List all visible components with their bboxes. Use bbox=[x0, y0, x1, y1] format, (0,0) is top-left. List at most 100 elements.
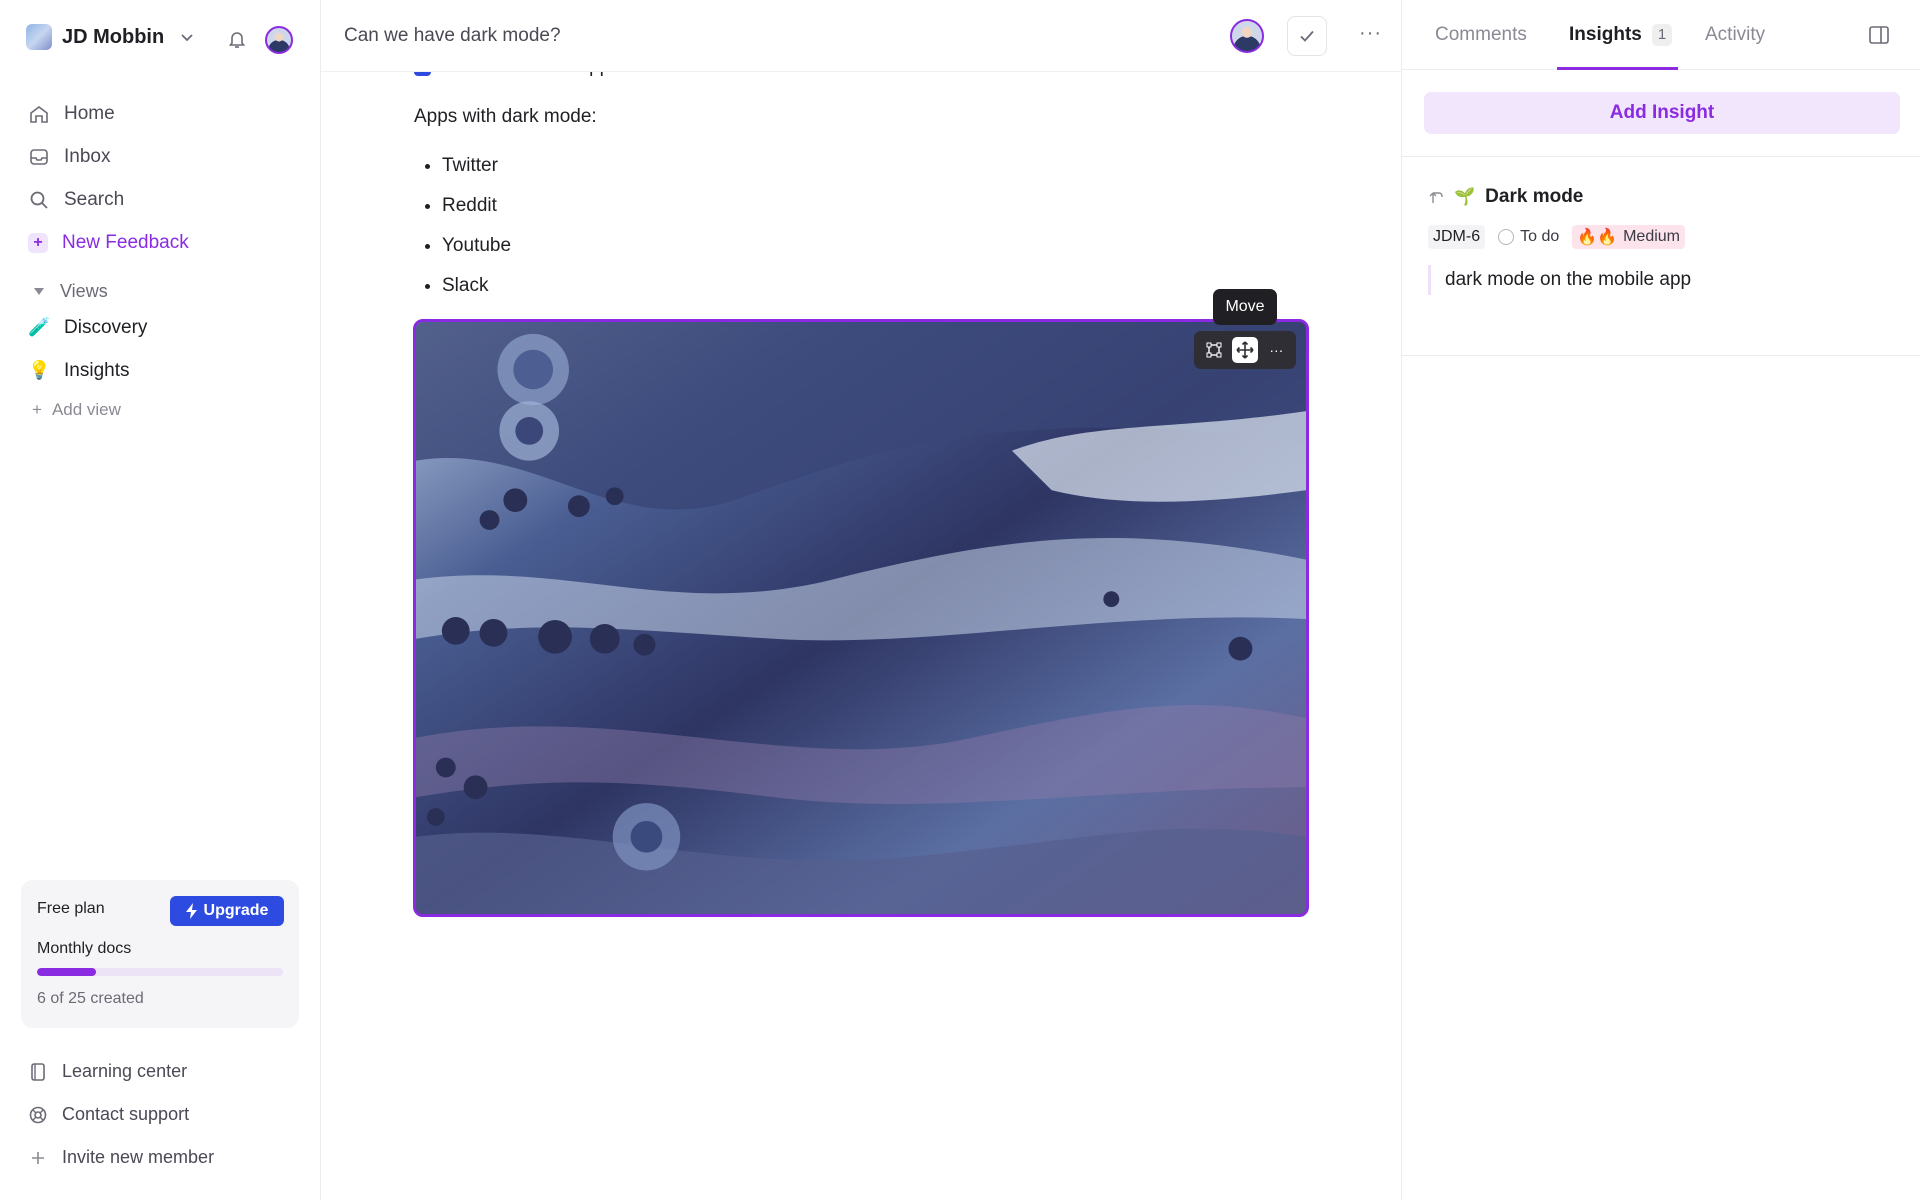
plan-count: 6 of 25 created bbox=[37, 990, 144, 1007]
home-icon bbox=[30, 105, 48, 123]
insight-card[interactable]: 🌱 Dark mode JDM-6 To do 🔥🔥 Medium dark mo… bbox=[1428, 184, 1898, 295]
apps-list: Twitter Reddit Youtube Slack bbox=[414, 146, 1314, 306]
user-avatar[interactable] bbox=[265, 26, 293, 54]
lifebuoy-icon bbox=[29, 1106, 47, 1123]
tab-label: Comments bbox=[1435, 24, 1527, 45]
nav-item-label: Inbox bbox=[64, 145, 111, 167]
panel-tabs: Comments Insights 1 Activity bbox=[1402, 0, 1920, 70]
tab-label: Activity bbox=[1705, 24, 1766, 45]
workspace-logo bbox=[26, 24, 52, 50]
list-item[interactable]: Twitter bbox=[442, 146, 1314, 186]
add-view-button[interactable]: + Add view bbox=[28, 392, 298, 428]
plus-icon: + bbox=[32, 400, 42, 419]
view-item-label: Insights bbox=[64, 359, 130, 381]
divider bbox=[1402, 355, 1920, 356]
move-icon[interactable] bbox=[1231, 337, 1258, 363]
nav-item-label: Search bbox=[64, 188, 125, 210]
list-item[interactable]: Slack bbox=[442, 266, 1314, 306]
document-area: Can we have dark mode? ··· Search for ot… bbox=[321, 0, 1401, 1200]
view-item-discovery[interactable]: 🧪 Discovery bbox=[28, 306, 298, 349]
search-icon bbox=[30, 191, 48, 209]
view-item-insights[interactable]: 💡 Insights bbox=[28, 349, 298, 392]
bell-icon[interactable] bbox=[226, 28, 248, 50]
plan-card: Free plan Upgrade Monthly docs 6 of 25 c… bbox=[21, 880, 299, 1028]
nav-item-home[interactable]: Home bbox=[28, 92, 298, 135]
insight-header: 🌱 Dark mode bbox=[1428, 184, 1898, 210]
book-icon bbox=[31, 1062, 45, 1081]
status-circle-icon bbox=[1498, 229, 1515, 245]
assignee-avatar[interactable] bbox=[1230, 19, 1264, 53]
upgrade-button[interactable]: Upgrade bbox=[170, 896, 284, 926]
tab-activity[interactable]: Activity bbox=[1705, 24, 1765, 46]
status-chip[interactable]: To do bbox=[1493, 225, 1564, 249]
views-label: Views bbox=[60, 280, 108, 301]
upgrade-label: Upgrade bbox=[203, 902, 269, 919]
views-header[interactable]: Views bbox=[28, 276, 298, 306]
usage-progress-fill bbox=[37, 968, 97, 976]
nav-item-label: New Feedback bbox=[62, 231, 189, 253]
resize-icon[interactable] bbox=[1201, 337, 1227, 363]
inbox-icon bbox=[30, 148, 48, 165]
insight-title: Dark mode bbox=[1485, 186, 1584, 207]
more-options-icon[interactable]: ··· bbox=[1359, 22, 1382, 45]
check-icon bbox=[1300, 30, 1314, 42]
priority-chip[interactable]: 🔥🔥 Medium bbox=[1572, 225, 1685, 249]
move-tooltip: Move bbox=[1213, 289, 1277, 325]
status-label: To do bbox=[1520, 228, 1560, 245]
seedling-icon: 🌱 bbox=[1454, 187, 1476, 206]
caret-down-icon bbox=[34, 287, 44, 295]
workspace-switcher[interactable]: JD Mobbin bbox=[26, 24, 194, 50]
footer-item-invite-member[interactable]: Invite new member bbox=[28, 1136, 298, 1179]
tab-comments[interactable]: Comments bbox=[1435, 24, 1527, 46]
tab-label: Insights bbox=[1569, 24, 1642, 46]
list-item[interactable]: Reddit bbox=[442, 186, 1314, 226]
test-tube-icon: 🧪 bbox=[28, 317, 51, 337]
tab-count-badge: 1 bbox=[1651, 24, 1673, 46]
document-content: Search for other apps with dark mode App… bbox=[414, 56, 1314, 306]
footer-item-label: Invite new member bbox=[62, 1147, 215, 1167]
issue-id-chip[interactable]: JDM-6 bbox=[1428, 225, 1486, 249]
document-title[interactable]: Can we have dark mode? bbox=[344, 25, 561, 47]
priority-label: Medium bbox=[1623, 228, 1680, 245]
lightbulb-icon: 💡 bbox=[28, 360, 51, 380]
mark-done-button[interactable] bbox=[1287, 16, 1327, 56]
usage-progress-bar bbox=[37, 968, 283, 976]
footer-item-learning-center[interactable]: Learning center bbox=[28, 1050, 298, 1093]
nav-item-label: Home bbox=[64, 102, 115, 124]
embedded-image[interactable] bbox=[413, 319, 1309, 917]
insight-quote: dark mode on the mobile app bbox=[1428, 265, 1898, 295]
details-panel: Comments Insights 1 Activity Add Insight … bbox=[1401, 0, 1920, 1200]
nav-item-search[interactable]: Search bbox=[28, 178, 298, 221]
view-item-label: Discovery bbox=[64, 316, 148, 338]
tab-insights[interactable]: Insights 1 bbox=[1569, 24, 1673, 46]
list-item[interactable]: Youtube bbox=[442, 226, 1314, 266]
views-section: Views 🧪 Discovery 💡 Insights + Add view bbox=[28, 276, 298, 428]
add-insight-button[interactable]: Add Insight bbox=[1424, 92, 1900, 134]
sidebar-footer: Learning center Contact support Invite n… bbox=[28, 1050, 298, 1179]
add-view-label: Add view bbox=[51, 400, 121, 419]
sidebar-toggle-icon[interactable] bbox=[1868, 24, 1890, 46]
document-topbar: Can we have dark mode? ··· bbox=[321, 0, 1401, 72]
workspace-name: JD Mobbin bbox=[62, 25, 165, 48]
divider bbox=[1402, 156, 1920, 157]
footer-item-label: Contact support bbox=[62, 1104, 190, 1124]
nav-item-inbox[interactable]: Inbox bbox=[28, 135, 298, 178]
image-toolbar: ··· bbox=[1194, 331, 1296, 369]
footer-item-label: Learning center bbox=[62, 1061, 188, 1081]
bolt-icon bbox=[185, 903, 197, 919]
nav-item-new-feedback[interactable]: + New Feedback bbox=[28, 221, 298, 264]
paragraph[interactable]: Apps with dark mode: bbox=[414, 106, 1314, 128]
plan-subtitle: Monthly docs bbox=[37, 940, 132, 957]
footer-item-contact-support[interactable]: Contact support bbox=[28, 1093, 298, 1136]
insight-meta: JDM-6 To do 🔥🔥 Medium bbox=[1428, 225, 1898, 249]
more-options-icon[interactable]: ··· bbox=[1263, 337, 1289, 363]
chevron-down-icon bbox=[181, 34, 193, 42]
plus-icon bbox=[32, 1151, 44, 1164]
main-nav: Home Inbox Search + New Feedback bbox=[28, 92, 298, 264]
sidebar: JD Mobbin Home Inbox Search + New Feedba… bbox=[0, 0, 321, 1200]
plan-title: Free plan bbox=[37, 900, 105, 917]
return-arrow-icon bbox=[1429, 192, 1443, 203]
fire-icon: 🔥🔥 bbox=[1577, 229, 1618, 246]
active-tab-indicator bbox=[1557, 67, 1678, 70]
fluid-art-image bbox=[416, 322, 1306, 914]
